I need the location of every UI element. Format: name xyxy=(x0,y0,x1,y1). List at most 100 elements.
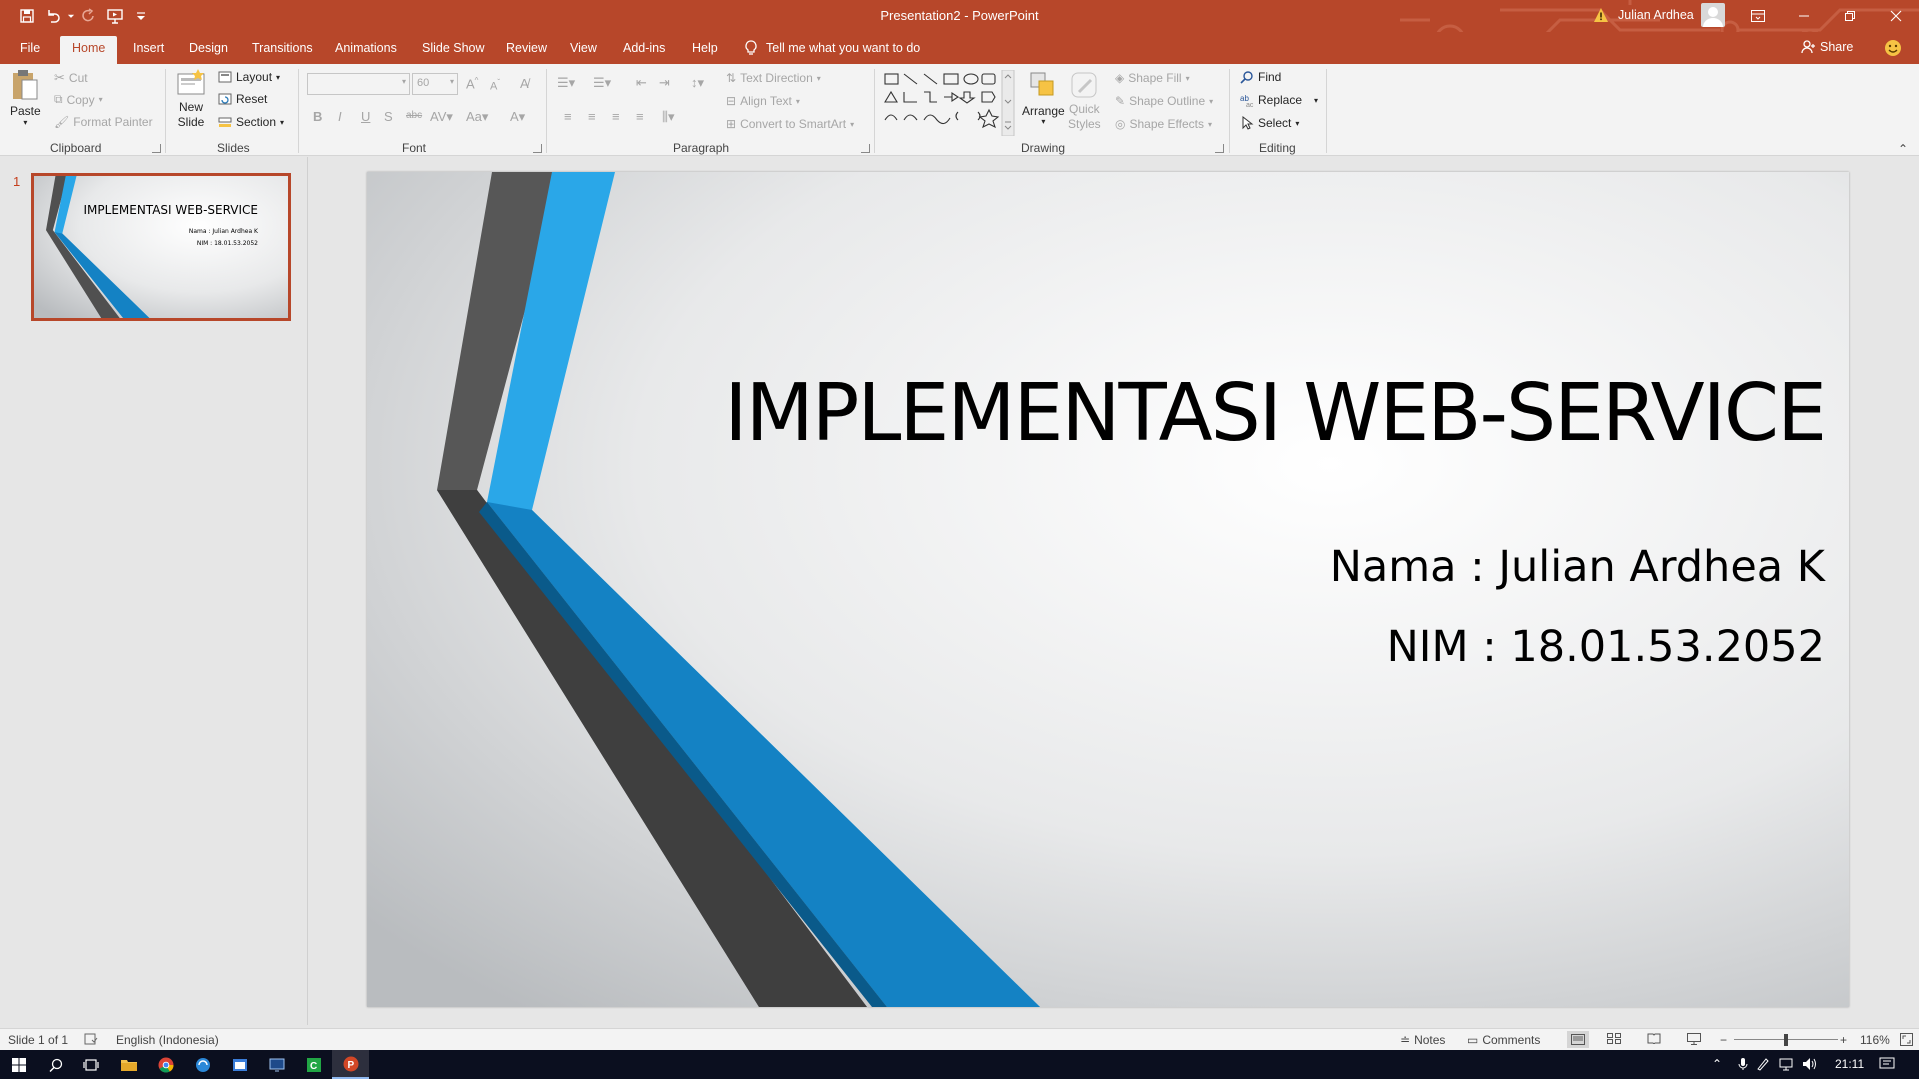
arrange-button[interactable]: Arrange ▾ xyxy=(1022,70,1065,126)
align-text-button[interactable]: ⊟ Align Text ▾ xyxy=(726,94,800,108)
app-blue-circle-icon[interactable] xyxy=(184,1050,221,1079)
text-direction-button[interactable]: ⇅ Text Direction ▾ xyxy=(726,71,821,85)
increase-font-size-icon[interactable]: A^ xyxy=(466,76,478,91)
slide-thumbnail[interactable]: IMPLEMENTASI WEB-SERVICE Nama : Julian A… xyxy=(31,173,291,321)
decrease-font-size-icon[interactable]: Aˇ xyxy=(490,78,500,93)
collapse-ribbon-icon[interactable]: ⌃ xyxy=(1898,142,1908,156)
feedback-smiley-icon[interactable] xyxy=(1884,39,1902,57)
tab-review[interactable]: Review xyxy=(506,41,547,55)
tab-add-ins[interactable]: Add-ins xyxy=(623,41,665,55)
notes-button[interactable]: ≐ Notes xyxy=(1400,1033,1445,1047)
minimize-icon[interactable] xyxy=(1781,0,1827,32)
slide-sorter-view-icon[interactable] xyxy=(1607,1033,1621,1044)
paragraph-launcher-icon[interactable] xyxy=(861,144,870,153)
bullets-icon[interactable]: ☰▾ xyxy=(557,75,575,91)
align-left-icon[interactable]: ≡ xyxy=(564,109,572,124)
chrome-icon[interactable] xyxy=(147,1050,184,1079)
zoom-in-icon[interactable]: + xyxy=(1840,1033,1847,1047)
zoom-out-icon[interactable]: − xyxy=(1720,1033,1727,1047)
line-spacing-icon[interactable]: ↕▾ xyxy=(691,75,704,91)
tab-file[interactable]: File xyxy=(20,41,40,55)
slide-show-view-icon[interactable] xyxy=(1687,1033,1701,1045)
character-spacing-icon[interactable]: AV▾ xyxy=(430,109,453,125)
strikethrough-icon[interactable]: abc xyxy=(406,110,422,121)
slide-canvas[interactable]: IMPLEMENTASI WEB-SERVICE Nama : Julian A… xyxy=(367,172,1849,1007)
tab-help[interactable]: Help xyxy=(692,41,718,55)
tab-transitions[interactable]: Transitions xyxy=(252,41,313,55)
warning-icon[interactable] xyxy=(1593,7,1609,23)
action-center-icon[interactable] xyxy=(1879,1057,1895,1074)
underline-icon[interactable]: U xyxy=(361,109,370,124)
numbering-icon[interactable]: ☰▾ xyxy=(593,75,611,91)
drawing-launcher-icon[interactable] xyxy=(1215,144,1224,153)
slide-thumbnail-pane[interactable]: 1 IMPLEMENTASI WEB-SERVICE Nama : Julian… xyxy=(0,157,308,1025)
spelling-check-icon[interactable] xyxy=(84,1033,98,1045)
file-explorer-icon[interactable] xyxy=(110,1050,147,1079)
italic-icon[interactable]: I xyxy=(338,109,342,124)
tab-design[interactable]: Design xyxy=(189,41,228,55)
task-view-icon[interactable] xyxy=(72,1050,109,1079)
quick-styles-button[interactable]: Quick Styles xyxy=(1068,70,1101,132)
decrease-indent-icon[interactable]: ⇤ xyxy=(636,75,647,91)
increase-indent-icon[interactable]: ⇥ xyxy=(659,75,670,91)
normal-view-icon[interactable] xyxy=(1567,1031,1589,1048)
clipboard-launcher-icon[interactable] xyxy=(152,144,161,153)
comments-button[interactable]: ▭ Comments xyxy=(1467,1033,1540,1047)
microphone-icon[interactable] xyxy=(1738,1057,1748,1074)
tell-me-search[interactable]: Tell me what you want to do xyxy=(744,40,920,56)
windows-ink-icon[interactable] xyxy=(1756,1057,1770,1074)
convert-smartart-button[interactable]: ⊞ Convert to SmartArt ▾ xyxy=(726,117,854,131)
font-size-combo[interactable]: 60 ▾ xyxy=(412,73,458,95)
share-button[interactable]: Share xyxy=(1801,40,1853,54)
search-icon[interactable] xyxy=(37,1050,74,1079)
columns-icon[interactable]: ⫼▾ xyxy=(662,109,675,125)
select-button[interactable]: Select ▾ xyxy=(1240,116,1299,130)
tab-insert[interactable]: Insert xyxy=(133,41,164,55)
restore-icon[interactable] xyxy=(1827,0,1873,32)
network-icon[interactable] xyxy=(1778,1057,1794,1074)
change-case-icon[interactable]: Aa▾ xyxy=(466,109,488,125)
slide-subtitle-nim[interactable]: NIM : 18.01.53.2052 xyxy=(867,622,1825,672)
cut-button[interactable]: ✂ Cut xyxy=(54,70,88,86)
app-green-icon[interactable]: C xyxy=(295,1050,332,1079)
tab-view[interactable]: View xyxy=(570,41,597,55)
format-painter-button[interactable]: 🖌 Format Painter xyxy=(54,115,153,129)
app-window-icon[interactable] xyxy=(221,1050,258,1079)
ribbon-display-options-icon[interactable] xyxy=(1735,0,1781,32)
font-name-combo[interactable]: ▾ xyxy=(307,73,410,95)
shape-fill-button[interactable]: ◈ Shape Fill ▾ xyxy=(1115,71,1190,85)
clear-formatting-icon[interactable]: A̸ xyxy=(520,76,529,91)
powerpoint-taskbar-icon[interactable]: P xyxy=(332,1050,369,1079)
tab-home[interactable]: Home xyxy=(60,36,118,64)
font-color-icon[interactable]: A▾ xyxy=(510,109,525,125)
slide-title[interactable]: IMPLEMENTASI WEB-SERVICE xyxy=(537,367,1827,459)
shapes-gallery[interactable] xyxy=(882,70,1015,136)
fit-slide-icon[interactable] xyxy=(1900,1033,1913,1046)
reset-button[interactable]: Reset xyxy=(218,92,267,106)
paste-button[interactable]: Paste ▾ xyxy=(10,68,41,127)
text-shadow-icon[interactable]: S xyxy=(384,109,393,124)
tab-animations[interactable]: Animations xyxy=(335,41,397,55)
windows-start-icon[interactable] xyxy=(0,1050,37,1079)
section-button[interactable]: Section ▾ xyxy=(218,115,284,129)
user-name[interactable]: Julian Ardhea xyxy=(1618,8,1694,22)
tab-slide-show[interactable]: Slide Show xyxy=(422,41,485,55)
layout-button[interactable]: Layout ▾ xyxy=(218,70,280,84)
new-slide-button[interactable]: New Slide xyxy=(176,68,206,130)
show-hidden-icons-icon[interactable]: ⌃ xyxy=(1712,1057,1722,1071)
slide-count[interactable]: Slide 1 of 1 xyxy=(8,1033,68,1047)
shape-outline-button[interactable]: ✎ Shape Outline ▾ xyxy=(1115,94,1213,108)
font-launcher-icon[interactable] xyxy=(533,144,542,153)
clock[interactable]: 21:11 xyxy=(1835,1057,1864,1071)
bold-icon[interactable]: B xyxy=(313,109,322,124)
replace-button[interactable]: ab ac Replace ▾ xyxy=(1240,93,1318,107)
shape-effects-button[interactable]: ◎ Shape Effects ▾ xyxy=(1115,117,1212,131)
slide-subtitle-name[interactable]: Nama : Julian Ardhea K xyxy=(867,542,1825,592)
find-button[interactable]: Find xyxy=(1240,70,1281,84)
volume-icon[interactable] xyxy=(1802,1057,1818,1074)
justify-icon[interactable]: ≡ xyxy=(636,109,644,124)
close-icon[interactable] xyxy=(1873,0,1919,32)
align-center-icon[interactable]: ≡ xyxy=(588,109,596,124)
reading-view-icon[interactable] xyxy=(1647,1033,1661,1044)
language-indicator[interactable]: English (Indonesia) xyxy=(116,1033,219,1047)
